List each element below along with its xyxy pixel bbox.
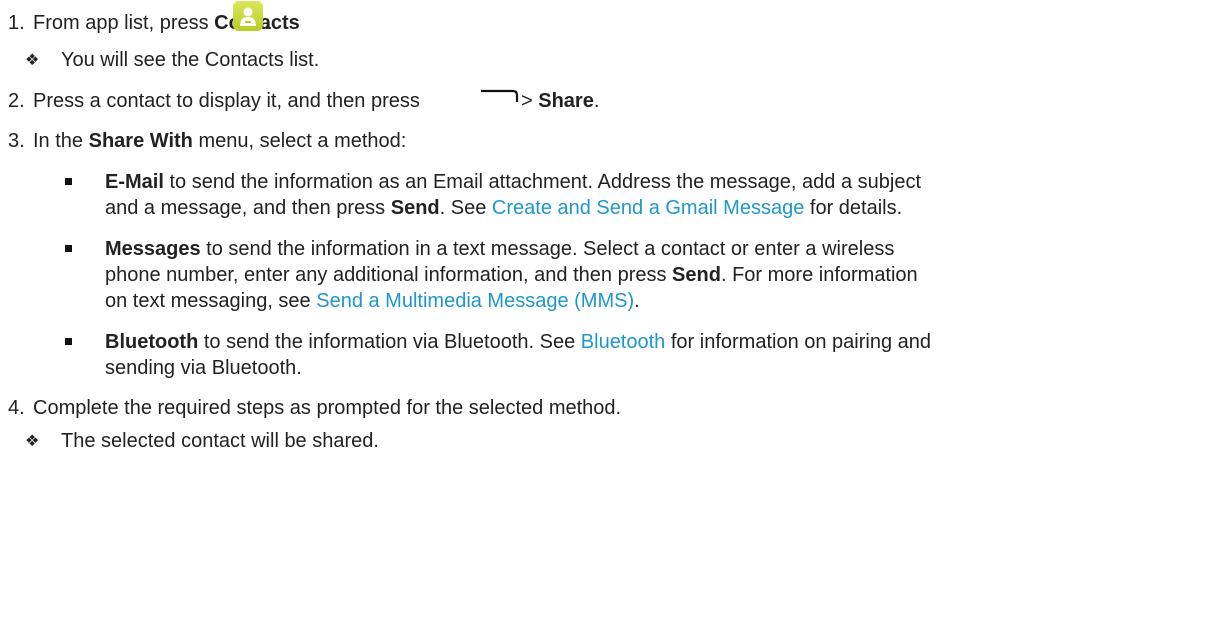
messages-text-1: to send the information in a text messag…	[200, 238, 895, 260]
step-3-pre: In the	[33, 130, 89, 152]
bluetooth-link[interactable]: Bluetooth	[581, 331, 666, 353]
messages-label: Messages	[105, 238, 201, 260]
mms-link[interactable]: Send a Multimedia Message (MMS)	[316, 290, 634, 312]
step-3-text: In the Share With menu, select a method:	[33, 129, 406, 153]
email-text-3: . See	[439, 197, 492, 219]
four-diamond-bullet-icon: ❖	[25, 433, 40, 450]
bluetooth-line-1: Bluetooth to send the information via Bl…	[105, 330, 931, 354]
share-label: Share	[538, 90, 594, 112]
step-1-period: .	[264, 12, 270, 34]
step-text: From app list, press	[33, 12, 215, 34]
note-contacts-list: You will see the Contacts list.	[61, 49, 320, 71]
bluetooth-text-1: to send the information via Bluetooth. S…	[198, 331, 581, 353]
contacts-app-icon	[233, 1, 263, 31]
step-number: 3.	[8, 130, 25, 152]
email-text-1: to send the information as an Email atta…	[163, 171, 922, 193]
step-number: 2.	[8, 90, 25, 112]
step-2-gt: >	[521, 90, 539, 112]
step-1: 1. From app list, press Contacts	[8, 11, 300, 35]
four-diamond-bullet-icon: ❖	[25, 52, 40, 69]
email-text-2: and a message, and then press	[105, 197, 391, 219]
note-shared: The selected contact will be shared.	[61, 430, 379, 452]
share-with-label: Share With	[88, 130, 193, 152]
email-label: E-Mail	[105, 171, 164, 193]
square-bullet-icon	[65, 338, 72, 345]
messages-text-4: on text messaging, see	[105, 290, 317, 312]
bluetooth-label: Bluetooth	[105, 331, 199, 353]
send-label: Send	[672, 264, 721, 286]
messages-line-2: phone number, enter any additional infor…	[105, 263, 918, 287]
step-2-period: .	[593, 90, 600, 112]
send-label: Send	[390, 197, 440, 219]
email-line-2: and a message, and then press Send. See …	[105, 196, 902, 220]
step-number: 4.	[8, 397, 25, 419]
square-bullet-icon	[65, 245, 72, 252]
messages-line-3: on text messaging, see Send a Multimedia…	[105, 289, 640, 313]
email-text-4: for details.	[804, 197, 903, 219]
step-2-text: Press a contact to display it, and then …	[33, 90, 420, 112]
messages-text-2: phone number, enter any additional infor…	[105, 264, 673, 286]
gmail-message-link[interactable]: Create and Send a Gmail Message	[492, 197, 804, 219]
square-bullet-icon	[65, 178, 72, 185]
step-4-text: Complete the required steps as prompted …	[33, 397, 622, 419]
messages-text-3: . For more information	[720, 264, 918, 286]
messages-line-1: Messages to send the information in a te…	[105, 237, 894, 261]
step-number: 1.	[8, 12, 25, 34]
email-line-1: E-Mail to send the information as an Ema…	[105, 170, 921, 194]
step-3-post: menu, select a method:	[192, 130, 407, 152]
messages-text-5: .	[634, 290, 640, 312]
bluetooth-text-2: for information on pairing and	[665, 331, 932, 353]
menu-key-icon	[481, 89, 519, 102]
bluetooth-line-2: sending via Bluetooth.	[105, 357, 302, 379]
